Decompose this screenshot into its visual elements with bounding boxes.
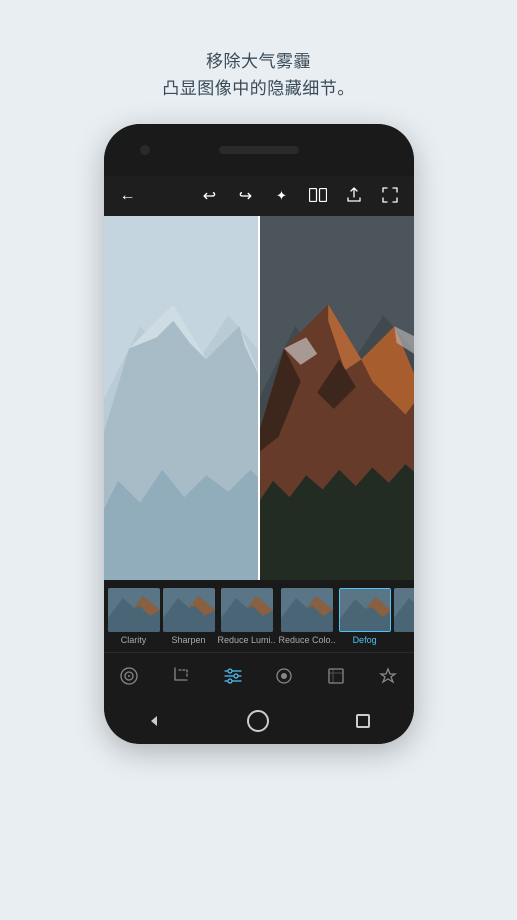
fullscreen-icon[interactable] <box>378 187 402 206</box>
page-wrapper: 移除大气雾霾 凸显图像中的隐藏细节。 ← ↩ ↪ ✦ <box>0 0 517 920</box>
thumb-reduce-lumi-label: Reduce Lumi.. <box>218 635 276 645</box>
phone-top-bar <box>104 124 414 176</box>
header-text: 移除大气雾霾 凸显图像中的隐藏细节。 <box>162 48 355 102</box>
phone-mockup: ← ↩ ↪ ✦ <box>104 124 414 744</box>
thumb-defog-img <box>339 588 391 632</box>
filmstrip: Clarity Sharpen <box>104 580 414 652</box>
thumb-reduce-colo-label: Reduce Colo.. <box>279 635 336 645</box>
magic-icon[interactable]: ✦ <box>270 188 294 204</box>
undo-icon[interactable]: ↩ <box>198 186 222 206</box>
redo-icon[interactable]: ↪ <box>234 186 258 206</box>
phone-camera <box>140 145 150 155</box>
thumb-reduce-lumi-img <box>221 588 273 632</box>
thumb-clarity-img <box>108 588 160 632</box>
image-before <box>104 216 259 580</box>
phone-screen: ← ↩ ↪ ✦ <box>104 176 414 698</box>
app-toolbar: ← ↩ ↪ ✦ <box>104 176 414 216</box>
share-icon[interactable] <box>342 187 366 206</box>
thumb-sharpen-img <box>163 588 215 632</box>
split-divider <box>258 216 260 580</box>
thumb-sharpen[interactable]: Sharpen <box>163 588 215 645</box>
nav-recents-button[interactable] <box>356 714 370 728</box>
thumb-defog[interactable]: Defog <box>339 588 391 645</box>
thumb-e-img <box>394 588 414 632</box>
transform-tool[interactable] <box>318 658 354 694</box>
thumb-clarity-label: Clarity <box>121 635 147 645</box>
crop-tool[interactable] <box>163 658 199 694</box>
phone-nav-bar <box>104 698 414 744</box>
thumb-e[interactable]: E <box>394 588 414 645</box>
detail-tool[interactable] <box>266 658 302 694</box>
header-line2: 凸显图像中的隐藏细节。 <box>162 75 355 102</box>
compare-icon[interactable] <box>306 188 330 205</box>
thumb-reduce-colo-img <box>281 588 333 632</box>
image-after <box>259 216 414 580</box>
header-line1: 移除大气雾霾 <box>162 48 355 75</box>
thumb-defog-label: Defog <box>353 635 377 645</box>
thumb-reduce-colo[interactable]: Reduce Colo.. <box>279 588 336 645</box>
thumb-clarity[interactable]: Clarity <box>108 588 160 645</box>
presets-tool[interactable] <box>111 658 147 694</box>
phone-speaker <box>219 146 299 154</box>
healing-tool[interactable] <box>370 658 406 694</box>
image-split-view <box>104 216 414 580</box>
thumb-reduce-lumi[interactable]: Reduce Lumi.. <box>218 588 276 645</box>
thumb-sharpen-label: Sharpen <box>171 635 205 645</box>
nav-home-button[interactable] <box>247 710 269 732</box>
adjust-tool[interactable] <box>215 658 251 694</box>
back-icon[interactable]: ← <box>116 187 140 205</box>
bottom-tools <box>104 652 414 698</box>
toolbar-right-icons: ↩ ↪ ✦ <box>198 186 402 206</box>
nav-back-button[interactable] <box>147 714 161 728</box>
